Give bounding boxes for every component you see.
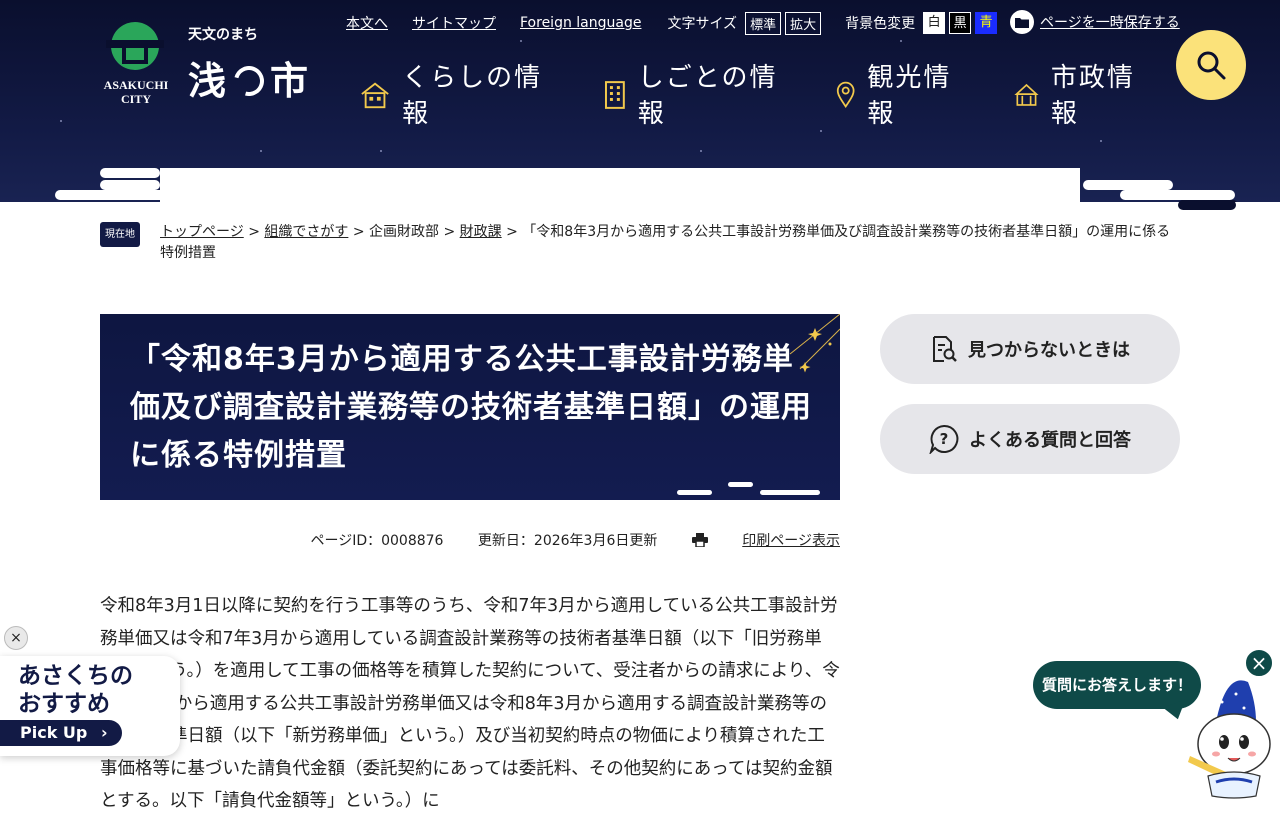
pickup-title: あさくちの おすすめ bbox=[18, 663, 133, 717]
cloud-decoration bbox=[55, 190, 165, 200]
not-found-button[interactable]: 見つからないときは bbox=[880, 314, 1180, 384]
foreign-language-link[interactable]: Foreign language bbox=[520, 15, 641, 31]
breadcrumb: 現在地 トップページ > 組織でさがす > 企画財政部 > 財政課 > 「令和8… bbox=[100, 222, 1180, 264]
folder-icon bbox=[1010, 10, 1034, 34]
bg-black-button[interactable]: 黒 bbox=[949, 12, 972, 34]
search-icon bbox=[1197, 51, 1226, 80]
nav-living[interactable]: くらしの情報 bbox=[360, 60, 560, 132]
svg-text:?: ? bbox=[940, 430, 949, 448]
nav-tourism[interactable]: 観光情報 bbox=[836, 60, 966, 132]
question-bubble-icon: ? bbox=[929, 424, 959, 454]
cloud-decoration bbox=[100, 180, 160, 190]
house-icon bbox=[361, 82, 389, 109]
cloud-decoration bbox=[1120, 190, 1235, 200]
skip-to-content-link[interactable]: 本文へ bbox=[346, 13, 388, 33]
sitemap-link[interactable]: サイトマップ bbox=[412, 13, 496, 33]
breadcrumb-dept: 企画財政部 bbox=[369, 224, 440, 240]
moon-icon bbox=[228, 60, 270, 102]
cloud-decoration bbox=[100, 168, 160, 178]
breadcrumb-org-link[interactable]: 組織でさがす bbox=[264, 224, 348, 240]
pickup-close-button[interactable]: × bbox=[4, 626, 28, 650]
font-size-large-button[interactable]: 拡大 bbox=[785, 11, 822, 35]
breadcrumb-section-link[interactable]: 財政課 bbox=[460, 224, 502, 240]
cloud-decoration bbox=[728, 482, 753, 487]
document-search-icon bbox=[930, 335, 958, 363]
city-emblem-icon bbox=[106, 22, 164, 70]
font-size-standard-button[interactable]: 標準 bbox=[745, 11, 782, 35]
print-page-link[interactable]: 印刷ページ表示 bbox=[691, 533, 840, 549]
cloud-decoration bbox=[760, 490, 820, 495]
city-hall-icon bbox=[1014, 83, 1039, 106]
logo-name: 浅市 bbox=[188, 58, 311, 103]
breadcrumb-badge: 現在地 bbox=[100, 222, 140, 247]
faq-button[interactable]: ? よくある質問と回答 bbox=[880, 404, 1180, 474]
page-id: ページID：0008876 bbox=[310, 533, 444, 549]
printer-icon bbox=[691, 533, 708, 548]
building-icon bbox=[604, 81, 625, 109]
page-title-banner: 「令和8年3月から適用する公共工事設計労務単価及び調査設計業務等の技術者基準日額… bbox=[100, 314, 840, 500]
header-divider bbox=[0, 202, 1280, 212]
pickup-button[interactable]: Pick Up › bbox=[0, 720, 122, 746]
page-title: 「令和8年3月から適用する公共工事設計労務単価及び調査設計業務等の技術者基準日額… bbox=[130, 342, 812, 473]
logo-subtitle: 天文のまち bbox=[188, 27, 258, 43]
font-size-label: 文字サイズ bbox=[667, 16, 738, 32]
cloud-decoration bbox=[1178, 200, 1236, 210]
breadcrumb-top-link[interactable]: トップページ bbox=[160, 224, 244, 240]
pickup-panel[interactable]: あさくちの おすすめ Pick Up › bbox=[0, 656, 180, 756]
site-logo[interactable]: ASAKUCHI CITY 天文のまち 浅市 bbox=[100, 20, 330, 110]
nav-city-government[interactable]: 市政情報 bbox=[1014, 60, 1144, 132]
cloud-decoration bbox=[1083, 180, 1173, 190]
map-pin-icon bbox=[836, 81, 855, 108]
nav-work[interactable]: しごとの情報 bbox=[604, 60, 804, 132]
save-page-link[interactable]: ページを一時保存する bbox=[1010, 10, 1180, 34]
search-button[interactable] bbox=[1176, 30, 1246, 100]
chevron-right-icon: › bbox=[100, 723, 108, 742]
bg-white-button[interactable]: 白 bbox=[923, 12, 946, 34]
body-paragraph: 令和8年3月1日以降に契約を行う工事等のうち、令和7年3月から適用している公共工… bbox=[100, 596, 840, 811]
bg-blue-button[interactable]: 青 bbox=[975, 12, 998, 34]
mascot-icon[interactable] bbox=[1186, 672, 1280, 800]
page-meta: ページID：0008876 更新日：2026年3月6日更新 印刷ページ表示 bbox=[100, 530, 840, 550]
logo-city-en: ASAKUCHI CITY bbox=[103, 78, 169, 106]
cloud-decoration bbox=[677, 490, 712, 495]
site-header: ASAKUCHI CITY 天文のまち 浅市 本文へ サイトマップ Foreig… bbox=[0, 0, 1280, 212]
updated-date: 更新日：2026年3月6日更新 bbox=[477, 533, 658, 549]
utility-bar: 本文へ サイトマップ Foreign language 文字サイズ 標準 拡大 … bbox=[346, 8, 1001, 38]
bg-color-label: 背景色変更 bbox=[845, 16, 916, 32]
